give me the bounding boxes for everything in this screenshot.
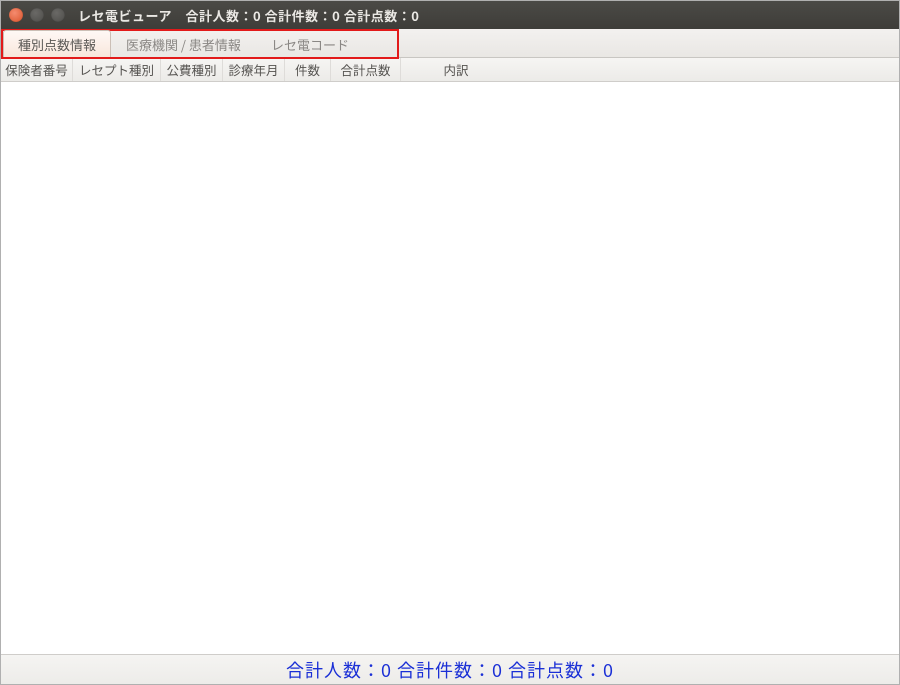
tab-bar: 種別点数情報 医療機関 / 患者情報 レセ電コード: [1, 29, 899, 58]
tab-label: 医療機関 / 患者情報: [126, 35, 241, 54]
footer-summary: 合計人数：0 合計件数：0 合計点数：0: [1, 654, 899, 684]
col-treatment-month[interactable]: 診療年月: [223, 58, 285, 81]
minimize-icon[interactable]: [30, 8, 44, 22]
maximize-icon[interactable]: [51, 8, 65, 22]
app-window: レセ電ビューア 合計人数：0 合計件数：0 合計点数：0 種別点数情報 医療機関…: [0, 0, 900, 685]
col-public-expense-type[interactable]: 公費種別: [161, 58, 223, 81]
col-receipt-type[interactable]: レセプト種別: [73, 58, 161, 81]
col-insurer-number[interactable]: 保険者番号: [1, 58, 73, 81]
tab-receden-code[interactable]: レセ電コード: [256, 30, 364, 57]
tab-label: 種別点数情報: [18, 35, 96, 54]
footer-summary-text: 合計人数：0 合計件数：0 合計点数：0: [286, 657, 614, 683]
col-breakdown[interactable]: 内訳: [401, 58, 511, 81]
table-header-row: 保険者番号 レセプト種別 公費種別 診療年月 件数 合計点数 内訳: [1, 58, 899, 82]
col-count[interactable]: 件数: [285, 58, 331, 81]
col-total-points[interactable]: 合計点数: [331, 58, 401, 81]
tab-institution-patient-info[interactable]: 医療機関 / 患者情報: [111, 30, 256, 57]
titlebar: レセ電ビューア 合計人数：0 合計件数：0 合計点数：0: [1, 1, 899, 29]
tab-type-point-info[interactable]: 種別点数情報: [3, 30, 111, 57]
close-icon[interactable]: [9, 8, 23, 22]
tab-label: レセ電コード: [271, 35, 349, 54]
window-title: レセ電ビューア 合計人数：0 合計件数：0 合計点数：0: [78, 6, 419, 25]
table-body-empty: [1, 82, 899, 654]
